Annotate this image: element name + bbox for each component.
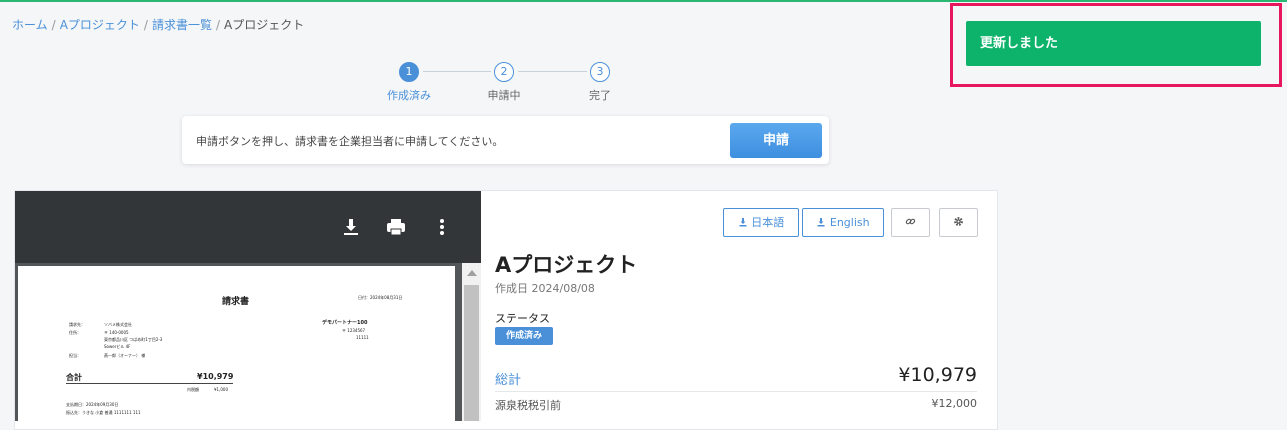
apply-card: 申請ボタンを押し、請求書を企業担当者に申請してください。 申請 <box>182 116 829 164</box>
invoice-total-rule <box>66 383 233 384</box>
breadcrumb-current: Aプロジェクト <box>224 18 305 32</box>
status-badge: 作成済み <box>495 327 553 345</box>
apply-button[interactable]: 申請 <box>730 123 822 158</box>
total-value: ¥10,979 <box>898 364 977 386</box>
total-label: 総計 <box>495 373 522 388</box>
download-icon <box>817 218 825 227</box>
pdf-page: 請求書 日付：2024年08月31日 請求先： ソバメ株式会社 住所： 〒 14… <box>18 266 455 421</box>
download-japanese-button[interactable]: 日本語 <box>723 208 799 237</box>
invoice-doc-date: 日付：2024年08月31日 <box>358 295 403 300</box>
created-date: 作成日 2024/08/08 <box>495 282 595 295</box>
step-3-circle: 3 <box>590 62 610 82</box>
step-1-label: 作成済み <box>387 89 431 102</box>
copy-link-button[interactable] <box>891 208 930 237</box>
step-3-label: 完了 <box>589 89 611 102</box>
invoice-contact-label: 担当： <box>69 353 81 358</box>
invoice-total-label: 合計 <box>66 373 82 382</box>
invoice-address-line: 東京都品川区 つばめ町1丁目2-3 <box>104 337 163 342</box>
progress-stepper: 1 2 3 作成済み 申請中 完了 <box>380 60 630 102</box>
pdf-scrollbar[interactable] <box>462 263 481 421</box>
download-icon[interactable] <box>341 217 361 237</box>
apply-instruction: 申請ボタンを押し、請求書を企業担当者に申請してください。 <box>196 135 504 148</box>
breadcrumb-project[interactable]: Aプロジェクト <box>60 18 140 32</box>
invoice-address-line: Sowerビル 4F <box>104 344 131 349</box>
invoice-total-value: ¥10,979 <box>197 372 234 381</box>
invoice-details: 日本語 English Aプロジェクト 作成日 2024/08/08 ステータス… <box>482 191 997 416</box>
divider <box>495 391 977 392</box>
invoice-partner-address: 11111 <box>356 335 369 340</box>
invoice-address-line: 〒 140-0005 <box>104 330 129 335</box>
scroll-up-icon[interactable] <box>467 270 477 276</box>
breadcrumb-home[interactable]: ホーム <box>12 18 48 32</box>
invoice-partner-name: デモパートナー100 <box>322 320 368 326</box>
step-connector <box>423 71 491 72</box>
breadcrumb: ホーム / Aプロジェクト / 請求書一覧 / Aプロジェクト <box>12 16 304 33</box>
breadcrumb-separator: / <box>143 18 148 32</box>
success-toast[interactable]: 更新しました <box>966 21 1261 66</box>
print-icon[interactable] <box>386 217 406 237</box>
breadcrumb-separator: / <box>51 18 56 32</box>
download-japanese-label: 日本語 <box>751 216 785 229</box>
step-2-circle: 2 <box>494 62 514 82</box>
invoice-partner-postal: 〒 1234567 <box>342 328 366 333</box>
invoice-tax-label: 内税額 <box>187 387 199 392</box>
invoice-contact-value: 燕一郎（オーナー） 様 <box>104 353 146 358</box>
project-title: Aプロジェクト <box>495 253 638 277</box>
download-icon <box>739 218 747 227</box>
settings-button[interactable] <box>939 208 978 237</box>
step-connector <box>518 71 587 72</box>
scrollbar-thumb[interactable] <box>464 285 479 421</box>
step-2-label: 申請中 <box>487 89 521 102</box>
more-vert-icon[interactable] <box>432 217 452 237</box>
top-accent-line <box>0 0 1287 2</box>
breadcrumb-separator: / <box>215 18 221 32</box>
breadcrumb-invoices[interactable]: 請求書一覧 <box>152 18 212 32</box>
withholding-value: ¥12,000 <box>931 397 978 410</box>
invoice-to-value: ソバメ株式会社 <box>104 322 132 327</box>
pdf-toolbar <box>15 191 481 263</box>
invoice-to-label: 請求先： <box>69 322 85 327</box>
download-english-label: English <box>829 216 870 229</box>
withholding-label: 源泉税税引前 <box>495 399 561 412</box>
step-1-circle: 1 <box>399 62 419 82</box>
invoice-doc-title: 請求書 <box>222 297 250 307</box>
link-icon <box>905 218 916 225</box>
status-label: ステータス <box>495 312 550 325</box>
gear-icon <box>954 217 963 226</box>
invoice-tax-value: ¥1,000 <box>214 387 228 392</box>
invoice-payment-due: 支払期日：2024年09月30日 <box>66 402 119 407</box>
invoice-bank: 振込先：うきな 小倉 普通 1111111 111 <box>66 410 141 415</box>
invoice-address-label: 住所： <box>69 330 81 335</box>
pdf-viewer: 請求書 日付：2024年08月31日 請求先： ソバメ株式会社 住所： 〒 14… <box>15 191 481 421</box>
download-english-button[interactable]: English <box>802 208 884 237</box>
